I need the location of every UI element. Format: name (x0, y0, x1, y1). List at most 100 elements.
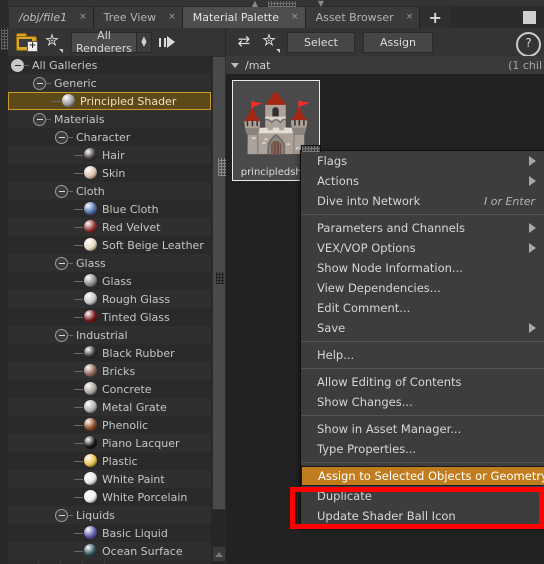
tree-row[interactable]: Tinted Glass (8, 308, 211, 326)
menu-item-label: Show Node Information... (317, 261, 463, 275)
tree-connector (74, 353, 83, 354)
tree-connector (74, 497, 83, 498)
tree-row-label: Rough Glass (102, 292, 171, 306)
menu-separator (302, 214, 544, 215)
tree-row[interactable]: Phenolic (8, 416, 211, 434)
tree-connector (45, 83, 51, 84)
gear-icon[interactable]: ✮ (259, 32, 280, 53)
tree-row-label: Basic Liquid (102, 526, 168, 540)
tree-connector (52, 101, 61, 102)
menu-item[interactable]: Update Shader Ball Icon (301, 506, 544, 526)
new-tab-button[interactable]: + (420, 7, 451, 28)
material-sphere-icon (84, 400, 97, 413)
maximize-pane-button[interactable] (523, 11, 536, 24)
menu-item[interactable]: Show in Asset Manager... (301, 419, 544, 439)
tree-row[interactable]: Black Rubber (8, 344, 211, 362)
tree-row[interactable]: Plastic (8, 452, 211, 470)
tab-material-palette[interactable]: Material Palette × (182, 7, 306, 28)
menu-item[interactable]: Actions (301, 171, 544, 191)
tree-row[interactable]: Glass (8, 272, 211, 290)
left-edge-grip[interactable] (1, 28, 8, 50)
refresh-icon[interactable]: ⇄ (235, 33, 253, 51)
tree-row[interactable]: Basic Liquid (8, 524, 211, 542)
menu-item[interactable]: Parameters and Channels (301, 218, 544, 238)
arrow-out-icon[interactable] (159, 36, 175, 48)
tree-row-label: Concrete (102, 382, 152, 396)
tree-row[interactable]: Generic (8, 74, 211, 92)
scrollbar-grip-icon (216, 272, 224, 284)
context-menu[interactable]: Flags Actions Dive into Network I or Enter P… (300, 145, 544, 527)
menu-item[interactable]: Type Properties... (301, 439, 544, 459)
menu-item[interactable]: Save (301, 318, 544, 338)
gear-icon[interactable]: ✮ (42, 32, 63, 53)
tree-connector (74, 173, 83, 174)
tree-row-label: White Porcelain (102, 490, 188, 504)
tree-row[interactable]: All Galleries (8, 56, 211, 74)
chevron-down-icon[interactable]: ▼ (314, 0, 328, 8)
tree-row[interactable]: Character (8, 128, 211, 146)
close-icon[interactable]: × (79, 13, 87, 22)
tree-row[interactable]: Liquids (8, 506, 211, 524)
tree-row[interactable]: Ocean Surface (8, 542, 211, 560)
tree-row[interactable]: Concrete (8, 380, 211, 398)
close-icon[interactable]: × (168, 13, 176, 22)
tree-row[interactable]: Glass (8, 254, 211, 272)
menu-item[interactable]: Allow Editing of Contents (301, 372, 544, 392)
menu-item[interactable]: Dive into Network I or Enter (301, 191, 544, 211)
tree-connector (67, 137, 73, 138)
renderer-filter-select[interactable]: All Renderers ▲ ▼ (71, 29, 152, 55)
menu-item[interactable]: View Dependencies... (301, 278, 544, 298)
scrollbar-thumb[interactable] (212, 56, 226, 510)
tree-row[interactable]: Bricks (8, 362, 211, 380)
tree-row[interactable]: Metal Grate (8, 398, 211, 416)
tab-obj-file1[interactable]: /obj/file1 × (9, 7, 94, 28)
help-icon[interactable]: ? (516, 32, 541, 57)
tree-connector (74, 443, 83, 444)
tree-row[interactable]: Blue Cloth (8, 200, 211, 218)
pane-splitter-grip[interactable] (218, 158, 226, 176)
close-icon[interactable]: × (406, 13, 414, 22)
menu-item[interactable]: Show Changes... (301, 392, 544, 412)
menu-item-label: VEX/VOP Options (317, 241, 416, 255)
tree-vertical-scrollbar[interactable] (211, 56, 226, 564)
tree-row[interactable]: Principled Shader (8, 92, 211, 110)
tree-row[interactable]: Industrial (8, 326, 211, 344)
tree-row[interactable]: Cloth (8, 182, 211, 200)
assign-button[interactable]: Assign (362, 31, 433, 53)
tree-row[interactable]: Hair (8, 146, 211, 164)
tree-row[interactable]: Materials (8, 110, 211, 128)
tab-tree-view[interactable]: Tree View × (93, 7, 183, 28)
spinner-icon[interactable]: ▲ ▼ (136, 32, 151, 52)
close-icon[interactable]: × (291, 13, 299, 22)
tree-row[interactable]: Skin (8, 164, 211, 182)
menu-item-label: Update Shader Ball Icon (317, 509, 456, 523)
material-sphere-icon (84, 166, 97, 179)
tree-row[interactable]: Red Velvet (8, 218, 211, 236)
menu-item[interactable]: Edit Comment... (301, 298, 544, 318)
tree-row-label: Glass (102, 274, 132, 288)
folder-add-icon[interactable]: + (16, 33, 38, 52)
menu-item[interactable]: Show Node Information... (301, 258, 544, 278)
tree-row[interactable]: Rough Glass (8, 290, 211, 308)
material-sphere-icon (84, 310, 97, 323)
chevron-up-icon[interactable]: ▲ (248, 0, 262, 8)
scroll-up-button[interactable] (212, 546, 226, 562)
menu-item[interactable]: Assign to Selected Objects or Geometry (301, 466, 544, 486)
tree-row[interactable]: Soft Beige Leather (8, 236, 211, 254)
menu-item[interactable]: Flags (301, 151, 544, 171)
tree-row[interactable]: White Paint (8, 470, 211, 488)
tree-row[interactable]: Piano Lacquer (8, 434, 211, 452)
menu-item[interactable]: Duplicate (301, 486, 544, 506)
select-button[interactable]: Select (287, 31, 355, 53)
menu-item-label: Show Changes... (317, 395, 413, 409)
submenu-arrow-icon (529, 243, 536, 253)
tree-connector (74, 155, 83, 156)
gallery-tree[interactable]: All Galleries Generic Principled Shader Mat… (8, 56, 211, 564)
tab-asset-browser[interactable]: Asset Browser × (305, 7, 421, 28)
menu-item[interactable]: Help... (301, 345, 544, 365)
tree-row[interactable]: White Porcelain (8, 488, 211, 506)
chevron-down-icon[interactable] (231, 62, 239, 68)
material-sphere-icon (84, 526, 97, 539)
tree-connector (74, 533, 83, 534)
menu-item[interactable]: VEX/VOP Options (301, 238, 544, 258)
